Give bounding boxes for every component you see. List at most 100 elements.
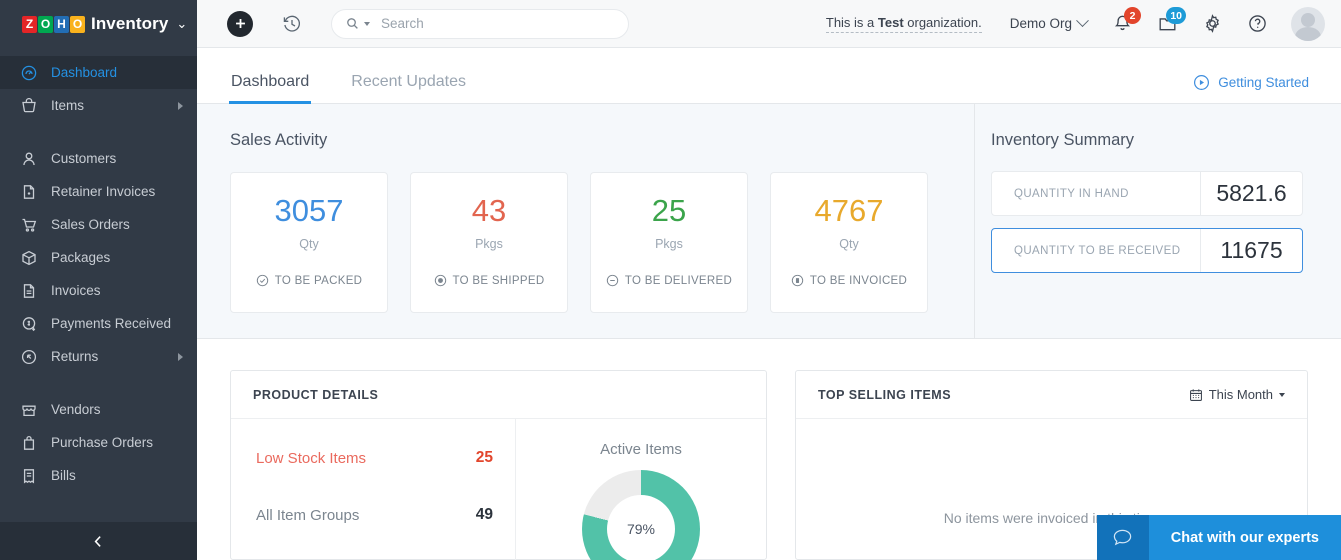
product-details-stats: Low Stock Items 25 All Item Groups 49 — [231, 419, 516, 560]
donut-center-label: 79% — [607, 495, 675, 560]
sidebar-item-label: Retainer Invoices — [51, 184, 156, 199]
recent-activity-button[interactable] — [282, 14, 302, 34]
inventory-summary-title: Inventory Summary — [991, 131, 1135, 149]
sidebar-item-packages[interactable]: Packages — [0, 241, 197, 274]
sidebar-item-label: Purchase Orders — [51, 435, 154, 450]
donut-chart: 79% — [582, 470, 700, 560]
invoices-icon — [20, 282, 37, 299]
sales-activity-cards: 3057 Qty TO BE PACKED 43 Pkgs TO BE SHIP… — [230, 172, 974, 313]
card-status-label: TO BE DELIVERED — [624, 274, 733, 287]
add-new-button[interactable] — [227, 10, 253, 37]
card-status: TO BE INVOICED — [791, 274, 907, 287]
product-details-body: Low Stock Items 25 All Item Groups 49 Ac… — [231, 419, 766, 560]
inventory-row-quantity-in-hand[interactable]: QUANTITY IN HAND 5821.6 — [991, 171, 1303, 216]
brand-logo[interactable]: Z O H O Inventory ⌄ — [0, 0, 197, 48]
sidebar-item-label: Vendors — [51, 402, 101, 417]
test-org-suffix: organization. — [903, 14, 982, 30]
sidebar-item-bills[interactable]: Bills — [0, 459, 197, 492]
sidebar-item-label: Payments Received — [51, 316, 172, 331]
sales-card-to-be-invoiced[interactable]: 4767 Qty TO BE INVOICED — [770, 172, 928, 313]
inventory-row-value: 11675 — [1200, 229, 1302, 272]
card-status: TO BE SHIPPED — [434, 274, 545, 287]
inventory-row-label: QUANTITY TO BE RECEIVED — [1014, 244, 1181, 257]
sales-card-to-be-packed[interactable]: 3057 Qty TO BE PACKED — [230, 172, 388, 313]
brand-chevron-down-icon[interactable]: ⌄ — [176, 16, 187, 32]
sales-card-to-be-shipped[interactable]: 43 Pkgs TO BE SHIPPED — [410, 172, 568, 313]
search-scope-chevron-down-icon[interactable] — [364, 21, 370, 26]
stat-low-stock-items[interactable]: Low Stock Items 25 — [256, 449, 493, 467]
sidebar-item-invoices[interactable]: Invoices — [0, 274, 197, 307]
returns-icon — [20, 348, 37, 365]
card-value: 25 — [651, 193, 687, 228]
app-root: Z O H O Inventory ⌄ Dashboard Items Cust… — [0, 0, 1341, 560]
sidebar-item-label: Dashboard — [51, 65, 118, 80]
tab-recent-updates[interactable]: Recent Updates — [349, 73, 468, 103]
chat-widget[interactable]: Chat with our experts — [1096, 515, 1341, 560]
sidebar-item-label: Packages — [51, 250, 111, 265]
tab-label: Recent Updates — [351, 73, 467, 90]
stat-all-item-groups[interactable]: All Item Groups 49 — [256, 506, 493, 524]
sidebar-item-items[interactable]: Items — [0, 89, 197, 122]
sidebar-item-customers[interactable]: Customers — [0, 142, 197, 175]
card-status: TO BE PACKED — [256, 274, 363, 287]
period-label: This Month — [1208, 387, 1273, 402]
logo-tile-z: Z — [22, 15, 37, 33]
dashboard-icon — [20, 64, 37, 81]
search-input[interactable] — [381, 16, 614, 31]
play-circle-icon — [1194, 74, 1210, 91]
inventory-row-value: 5821.6 — [1200, 172, 1302, 215]
top-selling-items-header: TOP SELLING ITEMS This Month — [796, 371, 1307, 419]
brand-name: Inventory — [91, 14, 169, 33]
sidebar-item-purchase-orders[interactable]: Purchase Orders — [0, 426, 197, 459]
tab-label: Dashboard — [231, 73, 310, 90]
sidebar-item-retainer-invoices[interactable]: Retainer Invoices — [0, 175, 197, 208]
chat-label[interactable]: Chat with our experts — [1148, 515, 1341, 560]
organization-selector[interactable]: Demo Org — [1010, 14, 1089, 31]
packages-icon — [20, 249, 37, 266]
documents-badge: 10 — [1166, 7, 1186, 24]
documents-button[interactable]: 10 — [1158, 7, 1186, 33]
search-container[interactable] — [331, 8, 629, 39]
chevron-down-icon — [1076, 14, 1089, 28]
sidebar-item-vendors[interactable]: Vendors — [0, 393, 197, 426]
active-items-title: Active Items — [600, 441, 682, 458]
notifications-badge: 2 — [1124, 7, 1141, 24]
stat-label: All Item Groups — [256, 506, 360, 524]
notifications-button[interactable]: 2 — [1113, 7, 1141, 33]
help-button[interactable] — [1248, 14, 1267, 33]
getting-started-link[interactable]: Getting Started — [1193, 74, 1309, 103]
sidebar-item-payments-received[interactable]: Payments Received — [0, 307, 197, 340]
chat-icon-area[interactable] — [1096, 515, 1149, 560]
stat-value: 25 — [475, 449, 493, 466]
chevron-left-icon — [94, 535, 101, 547]
sidebar-item-label: Sales Orders — [51, 217, 130, 232]
chevron-right-icon — [178, 352, 183, 361]
sales-card-to-be-delivered[interactable]: 25 Pkgs TO BE DELIVERED — [590, 172, 748, 313]
test-organization-notice[interactable]: This is a Test organization. — [825, 14, 982, 33]
sidebar-item-dashboard[interactable]: Dashboard — [0, 56, 197, 89]
sidebar-divider-1 — [0, 122, 197, 142]
tab-dashboard[interactable]: Dashboard — [229, 73, 312, 104]
sidebar-item-label: Customers — [51, 151, 117, 166]
sidebar-collapse-button[interactable] — [0, 522, 197, 560]
sidebar-item-label: Bills — [51, 468, 76, 483]
card-unit: Qty — [839, 237, 859, 251]
sidebar-item-returns[interactable]: Returns — [0, 340, 197, 373]
logo-tile-h: H — [54, 15, 69, 33]
inventory-summary-rows: QUANTITY IN HAND 5821.6 QUANTITY TO BE R… — [991, 171, 1341, 273]
payments-received-icon — [20, 315, 37, 332]
chat-bubble-icon — [1114, 529, 1132, 546]
top-header: This is a Test organization. Demo Org 2 … — [197, 0, 1341, 48]
items-icon — [20, 97, 37, 114]
settings-button[interactable] — [1203, 14, 1222, 33]
help-circle-icon — [1249, 15, 1266, 32]
inventory-summary-panel: Inventory Summary QUANTITY IN HAND 5821.… — [974, 104, 1341, 338]
test-org-prefix: This is a — [825, 14, 878, 30]
customers-icon — [20, 150, 37, 167]
period-selector[interactable]: This Month — [1189, 387, 1285, 402]
user-avatar[interactable] — [1291, 6, 1325, 41]
inventory-row-quantity-to-be-received[interactable]: QUANTITY TO BE RECEIVED 11675 — [991, 228, 1303, 273]
sidebar-item-label: Items — [51, 98, 85, 113]
sidebar-item-sales-orders[interactable]: Sales Orders — [0, 208, 197, 241]
card-value: 43 — [471, 193, 507, 228]
